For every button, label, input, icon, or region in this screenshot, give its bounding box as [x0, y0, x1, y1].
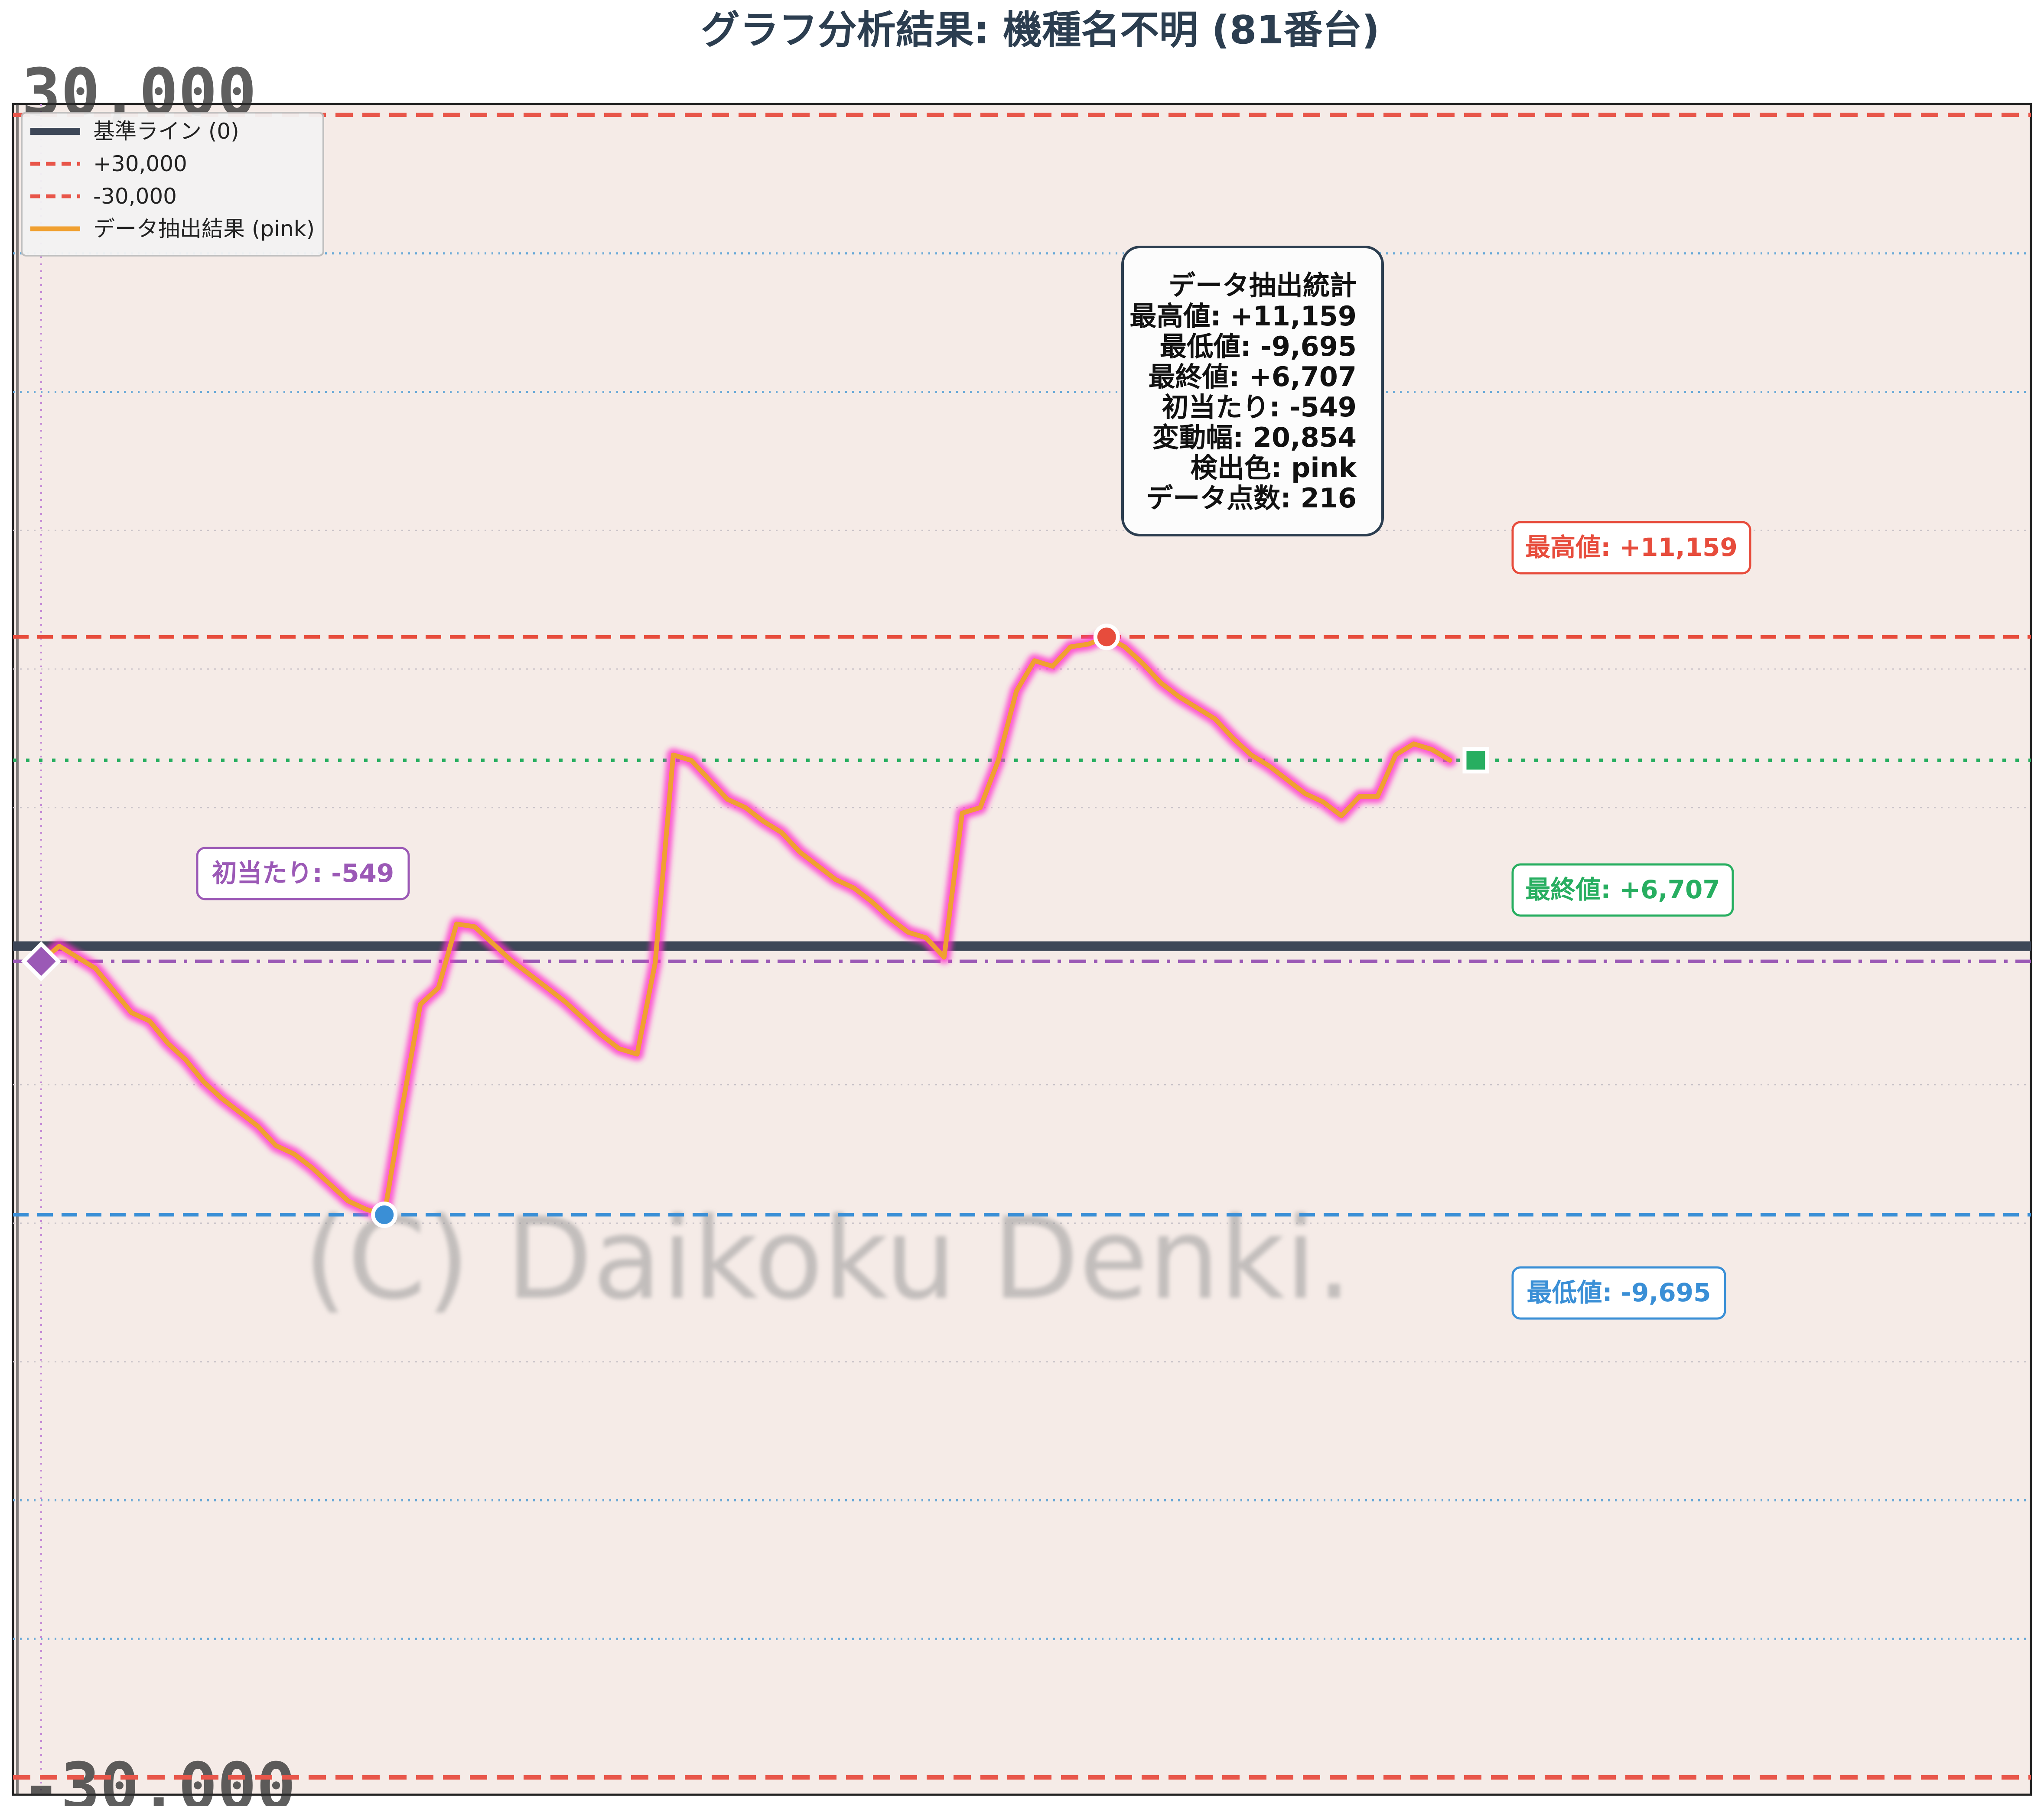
chart-title: グラフ分析結果: 機種名不明 (81番台): [701, 7, 1380, 53]
stats-line: 最終値: +6,707: [1149, 361, 1357, 393]
label-min: 最低値: -9,695: [1527, 1278, 1711, 1307]
label-max: 最高値: +11,159: [1525, 533, 1738, 562]
stats-line: 検出色: pink: [1191, 452, 1357, 484]
legend-label-series: データ抽出結果 (pink): [93, 216, 315, 241]
legend-label-baseline: 基準ライン (0): [93, 119, 239, 144]
stats-box: データ抽出統計最高値: +11,159最低値: -9,695最終値: +6,70…: [1121, 246, 1384, 536]
final-marker: [1462, 747, 1489, 774]
label-first_hit: 初当たり: -549: [212, 858, 394, 888]
label-final: 最終値: +6,707: [1525, 875, 1720, 904]
stats-line: データ点数: 216: [1146, 482, 1357, 514]
legend-label-lower: -30,000: [93, 184, 177, 209]
stats-line: 初当たり: -549: [1162, 391, 1357, 423]
stats-heading: データ抽出統計: [1168, 270, 1357, 301]
legend-label-upper: +30,000: [93, 151, 187, 176]
stats-line: 変動幅: 20,854: [1152, 422, 1357, 453]
chart: グラフ分析結果: 機種名不明 (81番台) 30,000 -30,000 (C)…: [12, 7, 2032, 1806]
min-marker: [371, 1201, 398, 1228]
stats-line: 最低値: -9,695: [1160, 331, 1357, 362]
max-marker: [1093, 624, 1120, 650]
legend: 基準ライン (0) +30,000 -30,000 データ抽出結果 (pink): [21, 112, 324, 257]
stats-line: 最高値: +11,159: [1129, 300, 1357, 332]
